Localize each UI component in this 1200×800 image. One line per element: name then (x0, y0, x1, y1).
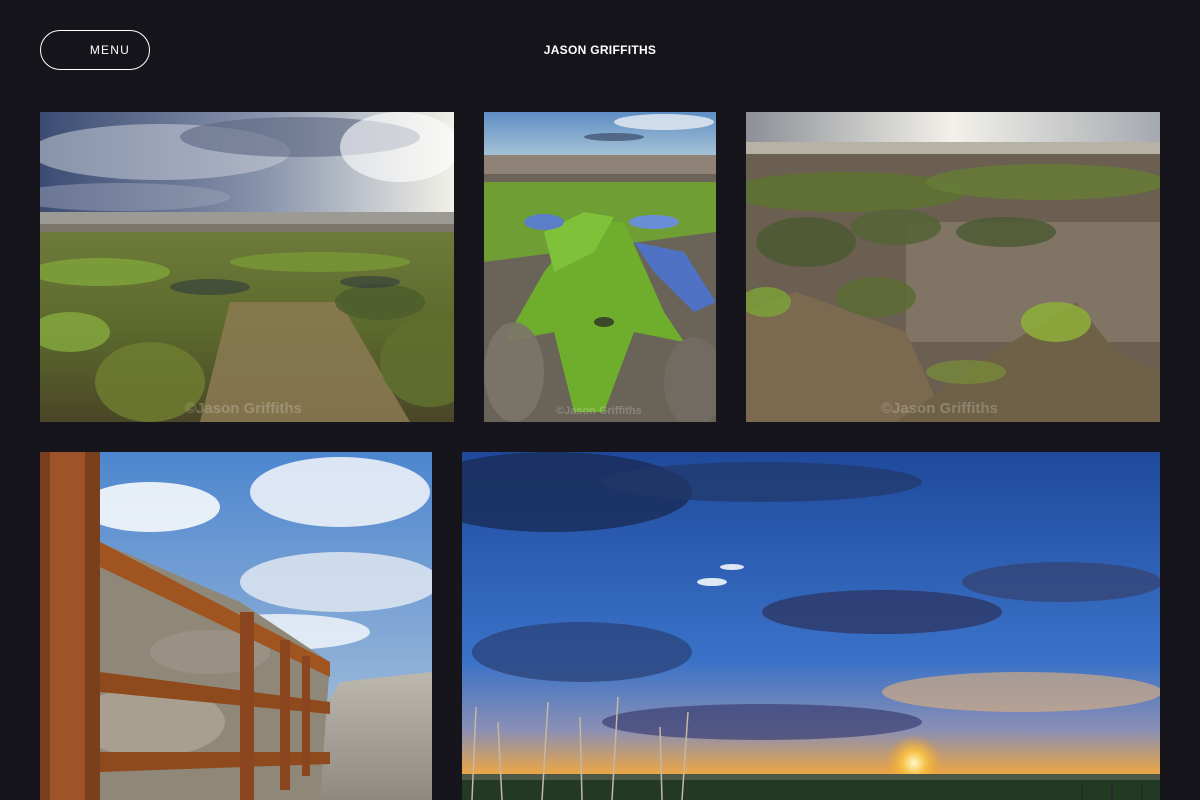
photo-image (484, 112, 716, 422)
photo-image (462, 452, 1160, 800)
photo-image (40, 112, 454, 422)
photo-image (40, 452, 432, 800)
gallery-photo-moss-channel[interactable]: ©Jason Griffiths (484, 112, 716, 422)
photo-image (746, 112, 1160, 422)
photo-watermark: ©Jason Griffiths (881, 400, 998, 417)
gallery-photo-rock-shelves[interactable]: ©Jason Griffiths (746, 112, 1160, 422)
gallery-photo-rusty-fence[interactable] (40, 452, 432, 800)
photo-watermark: ©Jason Griffiths (556, 405, 642, 417)
photo-watermark: ©Jason Griffiths (185, 400, 302, 417)
photo-gallery: ©Jason Griffiths ©Jason Griffiths ©Jason… (0, 0, 1200, 800)
gallery-photo-mossy-beach-storm[interactable]: ©Jason Griffiths (40, 112, 454, 422)
gallery-photo-sunset-field[interactable] (462, 452, 1160, 800)
